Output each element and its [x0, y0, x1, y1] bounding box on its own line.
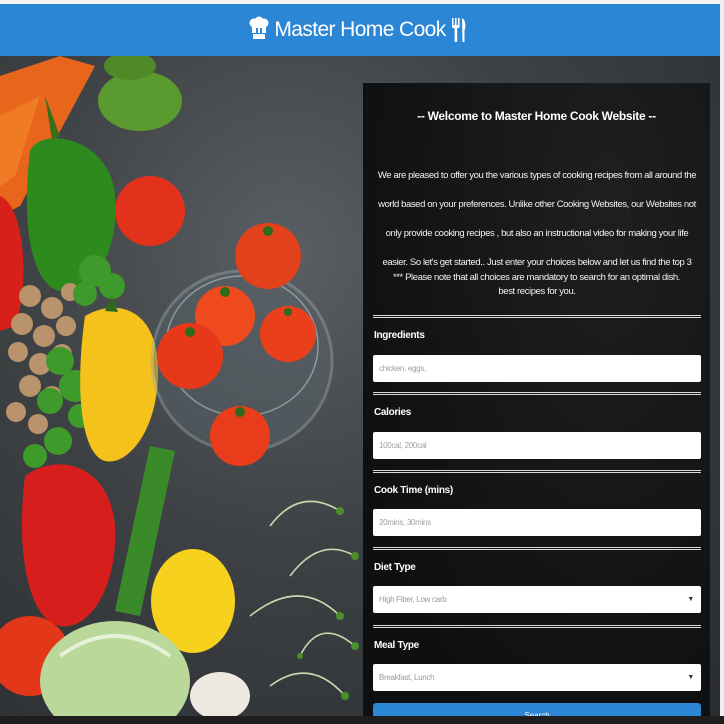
site-header: Master Home Cook: [0, 4, 720, 56]
section-divider: [373, 547, 701, 550]
window-right-edge: [720, 0, 724, 724]
welcome-heading: -- Welcome to Master Home Cook Website -…: [417, 109, 656, 123]
calories-input[interactable]: [373, 432, 701, 459]
recipe-search-panel: -- Welcome to Master Home Cook Website -…: [363, 83, 710, 724]
meal-type-selected-value: Breakfast, Lunch: [379, 673, 435, 682]
ingredients-input[interactable]: [373, 355, 701, 382]
meal-type-select[interactable]: Breakfast, Lunch ▼: [373, 664, 701, 691]
brand-title[interactable]: Master Home Cook: [274, 18, 446, 42]
intro-paragraph: We are pleased to offer you the various …: [377, 170, 697, 297]
mandatory-note: *** Please note that all choices are man…: [392, 272, 681, 283]
calories-label: Calories: [374, 407, 412, 418]
window-bottom-edge: [0, 716, 724, 724]
fork-knife-icon: [450, 16, 472, 44]
meal-type-label: Meal Type: [374, 640, 419, 651]
section-divider: [373, 470, 701, 473]
cook-time-input[interactable]: [373, 509, 701, 536]
diet-type-select[interactable]: High Fiber, Low carb ▼: [373, 586, 701, 613]
section-divider: [373, 625, 701, 628]
diet-type-selected-value: High Fiber, Low carb: [379, 595, 447, 604]
dropdown-caret-icon: ▼: [687, 674, 694, 681]
chef-hat-icon: [248, 16, 270, 44]
diet-type-label: Diet Type: [374, 562, 416, 573]
section-divider: [373, 315, 701, 318]
dropdown-caret-icon: ▼: [687, 596, 694, 603]
ingredients-label: Ingredients: [374, 330, 425, 341]
section-divider: [373, 392, 701, 395]
cook-time-label: Cook Time (mins): [374, 485, 453, 496]
